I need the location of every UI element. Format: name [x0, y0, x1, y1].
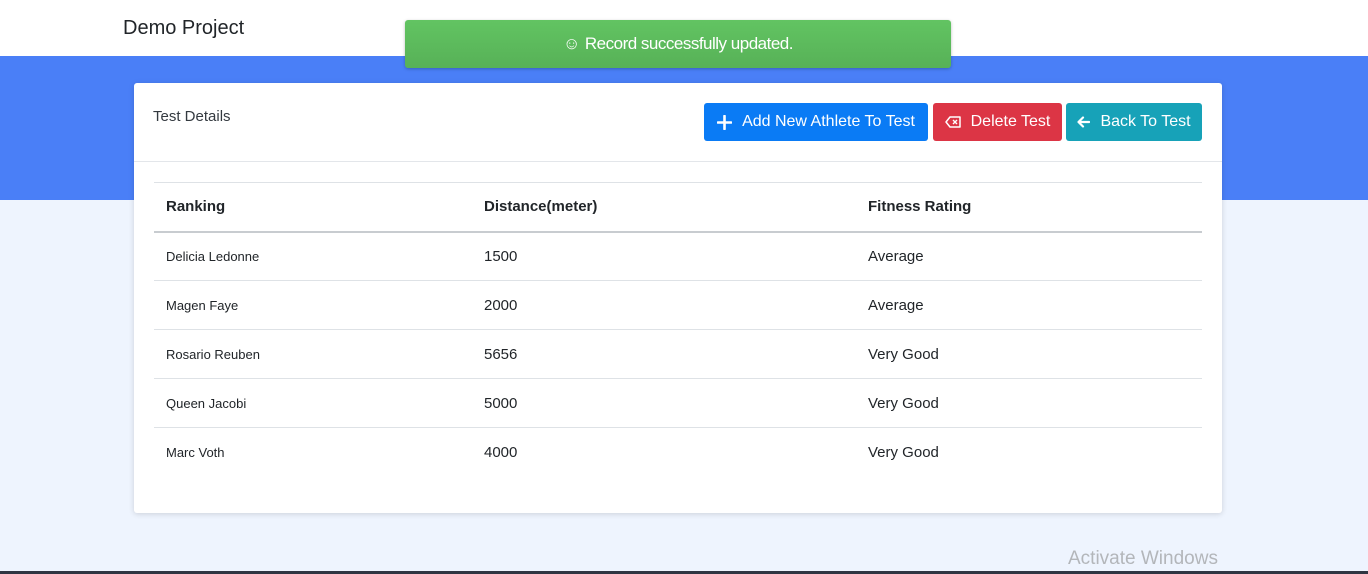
backspace-icon [944, 116, 961, 128]
table-header-row: Ranking Distance(meter) Fitness Rating [154, 182, 1202, 233]
athlete-fitness-rating: Average [856, 231, 1202, 281]
toast-message: Record successfully updated. [584, 34, 794, 53]
table-row[interactable]: Queen Jacobi 5000 Very Good [154, 378, 1202, 428]
table-row[interactable]: Delicia Ledonne 1500 Average [154, 231, 1202, 281]
athlete-name: Queen Jacobi [154, 378, 472, 428]
athlete-name: Rosario Reuben [154, 329, 472, 379]
athlete-fitness-rating: Very Good [868, 443, 939, 461]
table-row[interactable]: Rosario Reuben 5656 Very Good [154, 329, 1202, 379]
test-details-card: Test Details Add New Athlete To Test Del… [134, 83, 1222, 513]
back-to-test-button[interactable]: Back To Test [1066, 103, 1202, 141]
athlete-name: Magen Faye [154, 280, 472, 330]
athlete-distance: 2000 [472, 280, 856, 330]
add-athlete-label: Add New Athlete To Test [742, 113, 915, 130]
add-athlete-button[interactable]: Add New Athlete To Test [704, 103, 928, 141]
back-to-test-label: Back To Test [1100, 113, 1191, 130]
activate-windows-watermark: Activate Windows [1068, 548, 1218, 569]
athletes-table: Ranking Distance(meter) Fitness Rating D… [154, 182, 1202, 477]
athlete-distance: 5000 [472, 378, 856, 428]
table-row[interactable]: Magen Faye 2000 Average [154, 280, 1202, 330]
column-header-ranking[interactable]: Ranking [154, 182, 472, 233]
athlete-name: Delicia Ledonne [154, 231, 472, 281]
card-title: Test Details [153, 108, 231, 125]
column-header-fitness-rating[interactable]: Fitness Rating [856, 182, 1202, 233]
athlete-fitness-rating: Average [856, 280, 1202, 330]
athlete-distance: 4000 [484, 443, 518, 461]
plus-icon [717, 114, 733, 130]
athlete-distance: 1500 [472, 231, 856, 281]
smile-icon: ☺ [563, 34, 580, 53]
brand-title[interactable]: Demo Project [123, 17, 244, 40]
delete-test-label: Delete Test [970, 113, 1051, 130]
athlete-fitness-rating: Very Good [856, 378, 1202, 428]
athlete-distance: 5656 [472, 329, 856, 379]
athlete-name: Marc Voth [166, 444, 225, 460]
success-toast[interactable]: ☺ Record successfully updated. [405, 20, 951, 68]
athlete-fitness-rating: Very Good [856, 329, 1202, 379]
delete-test-button[interactable]: Delete Test [933, 103, 1062, 141]
card-header: Test Details Add New Athlete To Test Del… [134, 83, 1222, 162]
table-row[interactable]: Marc Voth 4000 Very Good [154, 428, 1202, 477]
arrow-left-icon [1077, 116, 1091, 128]
column-header-distance[interactable]: Distance(meter) [472, 182, 856, 233]
